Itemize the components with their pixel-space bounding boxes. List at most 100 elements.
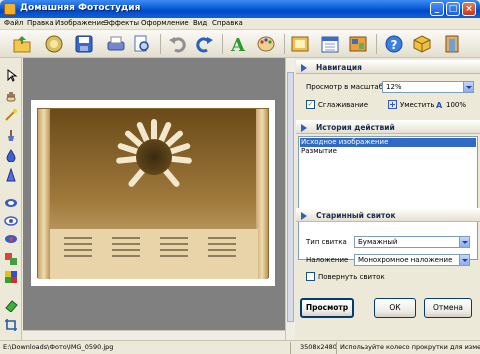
status-separator bbox=[290, 342, 291, 354]
menu-view[interactable]: Вид bbox=[193, 19, 207, 27]
zoom-value: 12% bbox=[386, 83, 402, 91]
cancel-button[interactable]: Отмена bbox=[424, 298, 472, 318]
svg-text:A: A bbox=[436, 101, 443, 109]
package-icon[interactable] bbox=[412, 34, 432, 54]
collage-icon[interactable] bbox=[348, 34, 368, 54]
eye-icon[interactable] bbox=[4, 214, 18, 228]
exit-icon[interactable] bbox=[442, 34, 462, 54]
flower-center bbox=[136, 139, 172, 175]
history-section-header[interactable]: История действий bbox=[296, 120, 480, 134]
text-tool-icon[interactable]: A bbox=[228, 34, 248, 56]
scroll-left-roll bbox=[38, 109, 50, 279]
hand-icon[interactable] bbox=[4, 88, 18, 102]
window-title: Домашняя Фотостудия bbox=[20, 3, 141, 13]
pointer-icon[interactable] bbox=[4, 68, 18, 82]
overlay-value: Монохромное наложение bbox=[358, 256, 453, 264]
status-separator bbox=[336, 342, 337, 354]
edited-photo bbox=[37, 108, 269, 279]
main-toolbar: A ? bbox=[0, 30, 480, 58]
help-icon[interactable]: ? bbox=[384, 34, 404, 54]
eraser-icon[interactable] bbox=[4, 298, 18, 313]
tools-panel bbox=[0, 58, 22, 340]
status-image-size: 3508x2480 bbox=[300, 343, 337, 351]
properties-panel: Навигация Просмотр в масштабе 12% ✓ Сгла… bbox=[296, 58, 480, 340]
print-icon[interactable] bbox=[106, 34, 126, 54]
zoom-select[interactable]: 12% bbox=[382, 81, 474, 93]
expand-arrow-icon bbox=[301, 212, 307, 220]
svg-text:A: A bbox=[230, 35, 246, 54]
scroll-type-label: Тип свитка bbox=[306, 238, 347, 246]
open-folder-icon[interactable] bbox=[12, 34, 32, 54]
actual-size-button[interactable]: 100% bbox=[446, 101, 466, 109]
expand-arrow-icon bbox=[301, 124, 307, 132]
effect-section-header[interactable]: Старинный свиток bbox=[296, 208, 480, 222]
brush-icon[interactable] bbox=[4, 128, 18, 142]
menu-edit[interactable]: Правка bbox=[27, 19, 54, 27]
status-hint: Используйте колесо прокрутки для изменен bbox=[340, 343, 480, 351]
history-item[interactable]: Размытие bbox=[300, 147, 476, 156]
frame-icon[interactable] bbox=[290, 34, 310, 54]
chevron-down-icon[interactable] bbox=[463, 82, 473, 92]
toolbar-separator bbox=[160, 34, 161, 54]
ok-button[interactable]: ОК bbox=[374, 298, 416, 318]
menu-file[interactable]: Файл bbox=[4, 19, 23, 27]
minimize-button[interactable]: _ bbox=[430, 2, 444, 16]
redo-icon[interactable] bbox=[194, 34, 214, 54]
preview-button[interactable]: Просмотр bbox=[300, 298, 354, 318]
image-canvas[interactable] bbox=[23, 58, 285, 340]
window-titlebar: Домашняя Фотостудия _ □ × bbox=[0, 0, 480, 18]
smoothing-label: Сглаживание bbox=[318, 101, 369, 109]
close-button[interactable]: × bbox=[462, 2, 476, 16]
toolbar-separator bbox=[222, 34, 223, 54]
expand-arrow-icon bbox=[301, 64, 307, 72]
preview-zoom-icon[interactable] bbox=[132, 34, 152, 54]
overlay-select[interactable]: Монохромное наложение bbox=[354, 254, 470, 266]
menu-image[interactable]: Изображение bbox=[55, 19, 105, 27]
navigation-title: Навигация bbox=[316, 63, 362, 72]
scrollbar-thumb[interactable] bbox=[287, 72, 294, 322]
crop-icon[interactable] bbox=[4, 318, 18, 332]
app-icon bbox=[4, 3, 16, 15]
flip-scroll-label: Повернуть свиток bbox=[318, 273, 385, 281]
chevron-down-icon[interactable] bbox=[459, 237, 469, 247]
layers-icon[interactable] bbox=[4, 252, 18, 266]
history-item[interactable]: Исходное изображение bbox=[300, 138, 476, 147]
status-file-path: E:\Downloads\Фото\IMG_0590.jpg bbox=[3, 343, 114, 351]
sharpen-icon[interactable] bbox=[4, 167, 18, 182]
history-title: История действий bbox=[316, 123, 395, 132]
smoothing-checkbox[interactable]: ✓ bbox=[306, 100, 315, 109]
maximize-button[interactable]: □ bbox=[446, 2, 460, 16]
ellipse-select-icon[interactable] bbox=[4, 196, 18, 210]
menu-help[interactable]: Справка bbox=[212, 19, 243, 27]
redeye-icon[interactable] bbox=[4, 232, 18, 246]
zoom-label: Просмотр в масштабе bbox=[306, 83, 388, 91]
navigation-section-header[interactable]: Навигация bbox=[296, 60, 480, 74]
menu-bar: Файл Правка Изображение Эффекты Оформлен… bbox=[0, 18, 480, 30]
horizontal-scrollbar[interactable] bbox=[23, 330, 285, 340]
svg-text:?: ? bbox=[391, 38, 398, 52]
scroll-type-value: Бумажный bbox=[358, 238, 398, 246]
actual-size-icon[interactable]: A bbox=[436, 100, 445, 111]
calendar-strip bbox=[50, 229, 258, 279]
fit-icon[interactable] bbox=[388, 100, 397, 111]
chevron-down-icon[interactable] bbox=[459, 255, 469, 265]
scanner-icon[interactable] bbox=[44, 34, 64, 54]
calendar-icon[interactable] bbox=[320, 34, 340, 54]
fit-button[interactable]: Уместить bbox=[400, 101, 435, 109]
overlay-label: Наложение bbox=[306, 256, 349, 264]
scroll-type-select[interactable]: Бумажный bbox=[354, 236, 470, 248]
color-adjust-icon[interactable] bbox=[4, 270, 18, 284]
drop-icon[interactable] bbox=[4, 148, 18, 163]
save-icon[interactable] bbox=[74, 34, 94, 54]
palette-icon[interactable] bbox=[256, 34, 276, 54]
toolbar-separator bbox=[284, 34, 285, 54]
undo-icon[interactable] bbox=[168, 34, 188, 54]
vertical-scrollbar[interactable] bbox=[285, 58, 295, 340]
menu-effects[interactable]: Эффекты bbox=[104, 19, 139, 27]
menu-design[interactable]: Оформление bbox=[141, 19, 189, 27]
flip-scroll-checkbox[interactable] bbox=[306, 272, 315, 281]
effect-title: Старинный свиток bbox=[316, 211, 396, 220]
magic-wand-icon[interactable] bbox=[4, 108, 18, 122]
image-preview bbox=[31, 100, 275, 286]
status-bar: E:\Downloads\Фото\IMG_0590.jpg 3508x2480… bbox=[0, 340, 480, 354]
